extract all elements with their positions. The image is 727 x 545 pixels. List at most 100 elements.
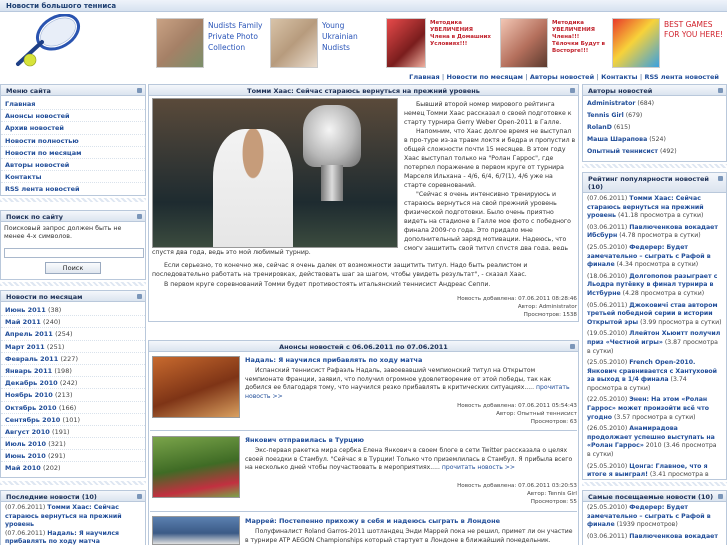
search-button[interactable]: Поиск (45, 262, 101, 274)
month-item[interactable]: Август 2010 (191) (1, 426, 145, 439)
month-item[interactable]: Февраль 2011 (227) (1, 353, 145, 365)
ad-banner[interactable]: Young Ukrainian Nudists (270, 18, 382, 68)
ad-thumbnail-image[interactable] (500, 18, 548, 68)
menu-item-home[interactable]: Главная (1, 98, 145, 111)
news-thumbnail[interactable] (152, 516, 240, 545)
list-item: (18.06.2010) Долгопопов разыграет с Льод… (587, 272, 718, 297)
ad-banner[interactable]: Методика УВЕЛИЧЕНИЯ Члена!!! Тёлочки Буд… (500, 18, 608, 68)
nav-link-contacts[interactable]: Контакты (601, 73, 637, 81)
list-item: (07.06.2011) Томми Хаас: Сейчас стараюсь… (5, 504, 122, 529)
menu-item-full-news[interactable]: Новости полностью (1, 135, 145, 147)
list-item: Опытный теннисист (492) (587, 148, 677, 155)
list-item: (07.06.2011) Томми Хаас: Сейчас стараюсь… (587, 195, 704, 220)
nav-link-rss[interactable]: RSS лента новостей (644, 73, 719, 81)
list-item: (19.05.2010) Ллейтон Хьюитт получил приз… (587, 330, 721, 355)
rating-list: (07.06.2011) Томми Хаас: Сейчас стараюсь… (583, 193, 726, 479)
site-menu-box: Меню сайта Главная Анонсы новостей Архив… (0, 84, 146, 196)
ad-thumbnail-image[interactable] (270, 18, 318, 68)
menu-item-months[interactable]: Новости по месяцам (1, 147, 145, 159)
news-title-link[interactable]: Маррей: Постепенно прихожу в себя и наде… (245, 517, 500, 525)
news-thumbnail[interactable] (152, 356, 240, 418)
decorative-stripe (0, 481, 146, 485)
search-description: Поисковый запрос должен быть не менее 4-… (4, 225, 122, 240)
month-item[interactable]: Апрель 2011 (254) (1, 328, 145, 341)
ad-banner[interactable]: Nudists Family Private Photo Collection (156, 18, 264, 68)
nav-separator: | (596, 73, 599, 81)
month-item[interactable]: Май 2010 (202) (1, 462, 145, 474)
months-title: Новости по месяцам (1, 291, 145, 302)
menu-item-contacts[interactable]: Контакты (1, 171, 145, 184)
box-corner-icon (137, 88, 142, 93)
news-title-link[interactable]: Надаль: Я научился прибавлять по ходу ма… (245, 356, 422, 364)
month-item[interactable]: Июнь 2011 (38) (1, 304, 145, 317)
authors-list: Administrator (684) Tennis Girl (679) Ro… (583, 96, 726, 160)
news-title-link[interactable]: Янкович отправилась в Турцию (245, 436, 364, 444)
menu-item-announces[interactable]: Анонсы новостей (1, 110, 145, 123)
search-input[interactable] (4, 248, 144, 258)
site-title: Новости большого тенниса (6, 2, 117, 10)
list-item: (07.06.2011) Надаль: Я научился прибавля… (5, 529, 119, 545)
ad-text[interactable]: Nudists Family Private Photo Collection (208, 20, 264, 53)
author-link[interactable]: Маша Шарапова (587, 136, 647, 143)
trophy-cup (303, 105, 361, 167)
ad-text[interactable]: BEST GAMES FOR YOU HERE! (664, 20, 727, 40)
menu-item-rss[interactable]: RSS лента новостей (1, 183, 145, 195)
ad-text[interactable]: Young Ukrainian Nudists (322, 20, 382, 53)
trophy-stem (321, 165, 343, 201)
nav-link-months[interactable]: Новости по месяцам (447, 73, 523, 81)
list-item: (03.06.2011) Павлюченкова вокадает Ибсбу… (587, 223, 718, 240)
news-meta: Новость добавлена: 07.06.2011 03:20:53 Ав… (457, 483, 577, 505)
ad-banner[interactable]: BEST GAMES FOR YOU HERE! (612, 18, 727, 68)
month-item[interactable]: Октябрь 2010 (166) (1, 402, 145, 414)
latest-news-title: Последние новости (10) (1, 491, 145, 502)
read-more-link[interactable]: прочитать новость >> (442, 464, 515, 471)
list-item: (25.05.2010) Федерер: Будет замечательно… (587, 243, 711, 269)
nav-separator: | (441, 73, 445, 81)
ad-thumbnail-image[interactable] (156, 18, 204, 68)
news-thumbnail[interactable] (152, 436, 240, 498)
author-link[interactable]: Опытный теннисист (587, 148, 658, 155)
list-item: (22.05.2010) Энен: На этом «Ролан Гаррос… (587, 396, 710, 421)
menu-item-authors[interactable]: Авторы новостей (1, 159, 145, 172)
month-item[interactable]: Май 2011 (240) (1, 316, 145, 329)
news-snippet: Испанский теннисист Рафаэль Надаль, заво… (245, 367, 570, 400)
rating-title: Рейтинг популярности новостей (10) (583, 173, 726, 193)
site-menu-title: Меню сайта (1, 85, 145, 96)
ad-thumbnail-image[interactable] (612, 18, 660, 68)
list-item: (25.05.2010) Цонга: Главное, что я итоге… (587, 462, 709, 479)
nav-link-home[interactable]: Главная (409, 73, 439, 81)
ad-text[interactable]: Методика УВЕЛИЧЕНИЯ Члена!!! Тёлочки Буд… (552, 20, 606, 55)
month-item[interactable]: Ноябрь 2010 (213) (1, 389, 145, 402)
article-meta: Новость добавлена: 07.06.2011 08:28:46 А… (457, 296, 577, 318)
month-item[interactable]: Июнь 2010 (291) (1, 450, 145, 463)
list-item: Tennis Girl (679) (587, 112, 643, 119)
month-item[interactable]: Январь 2011 (198) (1, 365, 145, 378)
author-link[interactable]: Tennis Girl (587, 112, 624, 119)
ad-thumbnail-image[interactable] (386, 18, 426, 68)
box-corner-icon (718, 88, 723, 93)
author-link[interactable]: RolanD (587, 124, 612, 131)
divider (150, 430, 577, 431)
tennis-racket-logo[interactable] (10, 14, 86, 72)
menu-item-archive[interactable]: Архив новостей (1, 122, 145, 135)
decorative-stripe (0, 198, 146, 202)
article-title[interactable]: Томми Хаас: Сейчас стараюсь вернуться на… (149, 85, 578, 96)
site-title-bar: Новости большого тенниса (0, 0, 727, 12)
article-paragraph-continued: спустя два года, ведь это мой любимый ту… (152, 249, 311, 256)
month-item[interactable]: Март 2011 (251) (1, 341, 145, 353)
nav-link-authors[interactable]: Авторы новостей (530, 73, 594, 81)
news-snippet: Полуфиналист Roland Garros-2011 шотланде… (245, 528, 573, 544)
most-visited-box: Самые посещаемые новости (10) (25.05.201… (582, 490, 727, 545)
nav-separator: | (525, 73, 528, 81)
ad-text[interactable]: Методика УВЕЛИЧЕНИЯ Члена в Домашних Усл… (430, 20, 492, 48)
list-item: Administrator (684) (587, 100, 655, 107)
decorative-stripe (582, 164, 727, 168)
news-link[interactable]: Павлюченкова вокадает (629, 533, 718, 540)
author-link[interactable]: Administrator (587, 100, 635, 107)
month-item[interactable]: Декабрь 2010 (242) (1, 377, 145, 390)
top-navigation: Главная | Новости по месяцам | Авторы но… (148, 73, 727, 83)
ad-banner[interactable]: Методика УВЕЛИЧЕНИЯ Члена в Домашних Усл… (386, 18, 496, 68)
month-item[interactable]: Сентябрь 2010 (101) (1, 414, 145, 426)
list-item: (26.05.2010) Анамирадова продолжает успе… (587, 425, 717, 459)
month-item[interactable]: Июль 2010 (321) (1, 438, 145, 451)
